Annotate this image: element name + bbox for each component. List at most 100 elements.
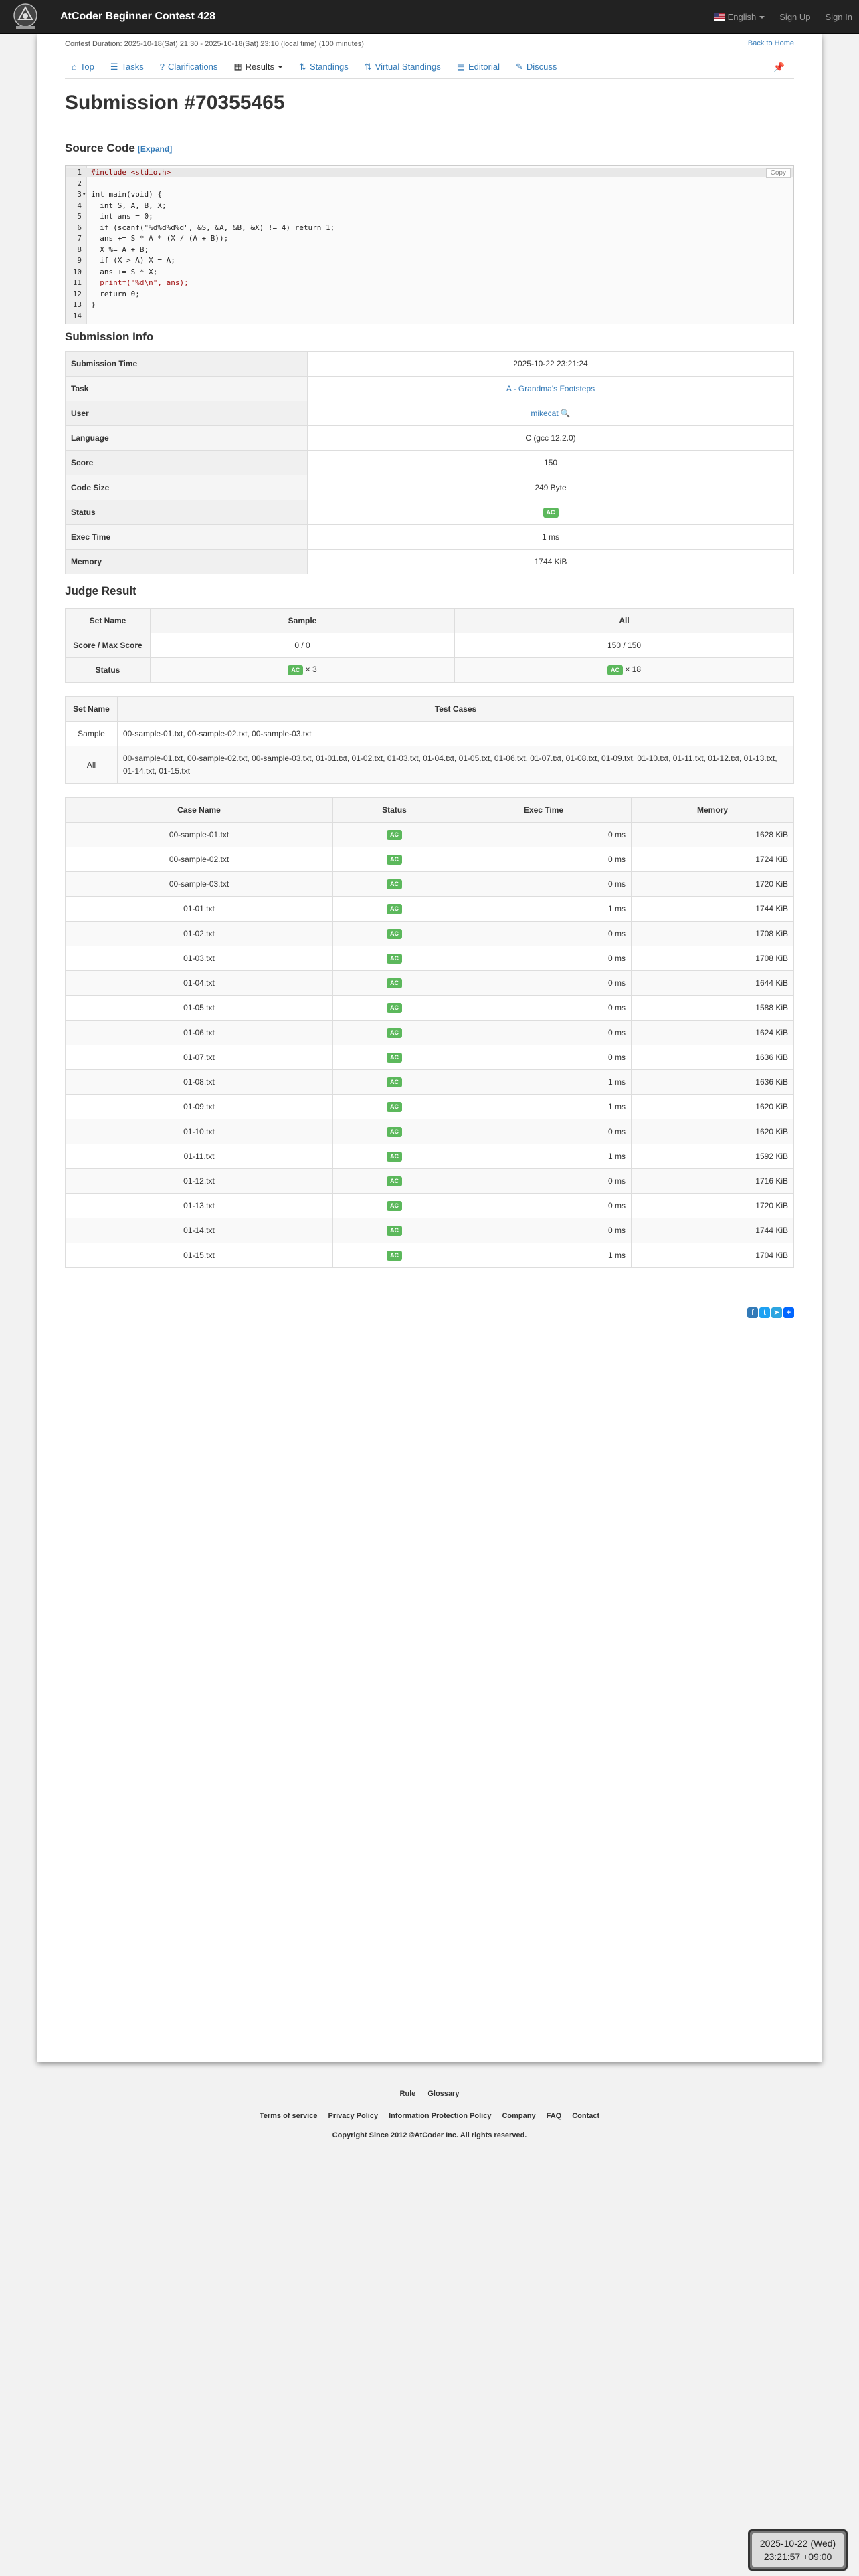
navbar-right: English Sign Up Sign In <box>714 0 859 34</box>
info-label: Task <box>65 376 308 401</box>
code-text: #include <stdio.h> <box>91 168 171 177</box>
line-number: 10 <box>72 267 82 276</box>
footer-terms-link[interactable]: Terms of service <box>260 2112 318 2120</box>
info-row: Code Size 249 Byte <box>65 475 794 500</box>
copy-button[interactable]: Copy <box>765 168 791 178</box>
back-to-home-link[interactable]: Back to Home <box>748 39 794 47</box>
status-badge: AC <box>387 830 402 840</box>
home-icon: ⌂ <box>72 62 77 72</box>
tab-standings[interactable]: ⇅ Standings <box>299 55 349 79</box>
status-badge: AC <box>387 978 402 988</box>
table-row: 00-sample-01.txt AC 0 ms 1628 KiB <box>65 822 794 847</box>
footer-glossary-link[interactable]: Glossary <box>427 2090 459 2098</box>
status-label: Status <box>65 657 151 683</box>
info-row: Score 150 <box>65 450 794 475</box>
footer-info-protection-link[interactable]: Information Protection Policy <box>389 2112 491 2120</box>
source-code-block[interactable]: 1 #include <stdio.h> 2 3 ▾ int main(void) {4 … <box>65 165 794 324</box>
info-value: 1744 KiB <box>307 549 794 574</box>
case-name: 01-02.txt <box>65 921 333 946</box>
footer-faq-link[interactable]: FAQ <box>547 2112 562 2120</box>
line-number: 9 <box>77 256 82 265</box>
user-link[interactable]: mikecat <box>531 409 558 418</box>
tab-label: Editorial <box>468 62 500 72</box>
tab-clarifications[interactable]: ? Clarifications <box>160 55 218 79</box>
tab-label: Clarifications <box>167 62 218 72</box>
comment-icon: ✎ <box>515 61 523 72</box>
case-exec-time: 0 ms <box>456 1193 632 1218</box>
code-text: int S, A, B, X; <box>91 201 167 210</box>
search-icon[interactable]: 🔍 <box>561 409 571 418</box>
tab-tasks[interactable]: ☰ Tasks <box>110 55 144 79</box>
table-icon: ▦ <box>233 61 242 72</box>
case-results-table: Case Name Status Exec Time Memory 00-sam… <box>65 797 794 1268</box>
footer-rule-link[interactable]: Rule <box>400 2090 416 2098</box>
case-status: AC <box>332 1168 456 1194</box>
code-line: 8 X %= A + B; <box>66 245 793 255</box>
tab-label: Tasks <box>121 62 144 72</box>
line-number: 1 <box>77 168 82 177</box>
info-value[interactable]: mikecat 🔍 <box>307 401 794 426</box>
code-line: 6 if (scanf("%d%d%d%d", &S, &A, &B, &X) … <box>66 223 793 233</box>
language-dropdown[interactable]: English <box>714 12 765 22</box>
info-value[interactable]: A - Grandma's Footsteps <box>307 376 794 401</box>
twitter-icon[interactable]: t <box>759 1307 770 1318</box>
task-link[interactable]: A - Grandma's Footsteps <box>506 384 595 393</box>
status-badge: AC <box>387 1102 402 1112</box>
case-exec-time: 0 ms <box>456 1168 632 1194</box>
case-name: 00-sample-01.txt <box>65 822 333 847</box>
case-name: 01-06.txt <box>65 1020 333 1045</box>
tc-header-test-cases: Test Cases <box>117 696 794 722</box>
case-memory: 1716 KiB <box>631 1168 794 1194</box>
submission-info-heading: Submission Info <box>65 330 154 343</box>
footer-company-link[interactable]: Company <box>502 2112 535 2120</box>
case-exec-time: 0 ms <box>456 847 632 872</box>
tab-label: Virtual Standings <box>375 62 441 72</box>
sign-up-link[interactable]: Sign Up <box>779 12 810 22</box>
status-sample-count: × 3 <box>305 665 317 674</box>
case-name: 01-04.txt <box>65 970 333 996</box>
tab-top[interactable]: ⌂ Top <box>72 55 94 79</box>
sign-in-link[interactable]: Sign In <box>826 12 852 22</box>
judge-header-all: All <box>454 608 794 633</box>
contest-title[interactable]: AtCoder Beginner Contest 428 <box>60 11 215 23</box>
case-name: 01-10.txt <box>65 1119 333 1144</box>
atcoder-logo-icon[interactable] <box>9 2 41 31</box>
case-exec-time: 1 ms <box>456 1094 632 1119</box>
case-name: 01-15.txt <box>65 1243 333 1268</box>
tab-editorial[interactable]: ▤ Editorial <box>457 55 500 79</box>
submission-info-table: Submission Time 2025-10-22 23:21:24 Task A … <box>65 351 794 574</box>
judge-header-set-name: Set Name <box>65 608 151 633</box>
score-all: 150 / 150 <box>454 633 794 658</box>
page-title: Submission #70355465 <box>65 92 285 114</box>
telegram-icon[interactable]: ➤ <box>771 1307 782 1318</box>
case-name: 01-03.txt <box>65 946 333 971</box>
case-memory: 1628 KiB <box>631 822 794 847</box>
case-exec-time: 0 ms <box>456 1119 632 1144</box>
case-exec-time: 0 ms <box>456 921 632 946</box>
table-row: 01-12.txt AC 0 ms 1716 KiB <box>65 1168 794 1194</box>
case-memory: 1644 KiB <box>631 970 794 996</box>
case-status: AC <box>332 871 456 897</box>
info-value: 249 Byte <box>307 475 794 500</box>
pin-icon[interactable]: 📌 <box>773 62 785 73</box>
set-name-sample: Sample <box>65 721 118 746</box>
footer-privacy-link[interactable]: Privacy Policy <box>328 2112 378 2120</box>
facebook-icon[interactable]: f <box>747 1307 758 1318</box>
footer-contact-link[interactable]: Contact <box>572 2112 599 2120</box>
line-number: 8 <box>77 245 82 254</box>
case-memory: 1620 KiB <box>631 1094 794 1119</box>
tab-discuss[interactable]: ✎ Discuss <box>516 55 557 79</box>
code-text: if (scanf("%d%d%d%d", &S, &A, &B, &X) !=… <box>91 223 335 232</box>
line-number: 3 <box>77 190 82 199</box>
fold-arrow-icon[interactable]: ▾ <box>82 190 86 199</box>
share-plus-icon[interactable]: + <box>783 1307 794 1318</box>
case-memory: 1624 KiB <box>631 1020 794 1045</box>
footer-links-primary: Rule Glossary <box>0 2090 859 2098</box>
tab-virtual-standings[interactable]: ⇅ Virtual Standings <box>365 55 441 79</box>
tab-results[interactable]: ▦ Results <box>233 55 284 79</box>
expand-link[interactable]: [Expand] <box>138 144 172 154</box>
info-label: Memory <box>65 549 308 574</box>
case-name: 01-05.txt <box>65 995 333 1021</box>
case-status: AC <box>332 1045 456 1070</box>
code-text: return 0; <box>91 289 140 298</box>
